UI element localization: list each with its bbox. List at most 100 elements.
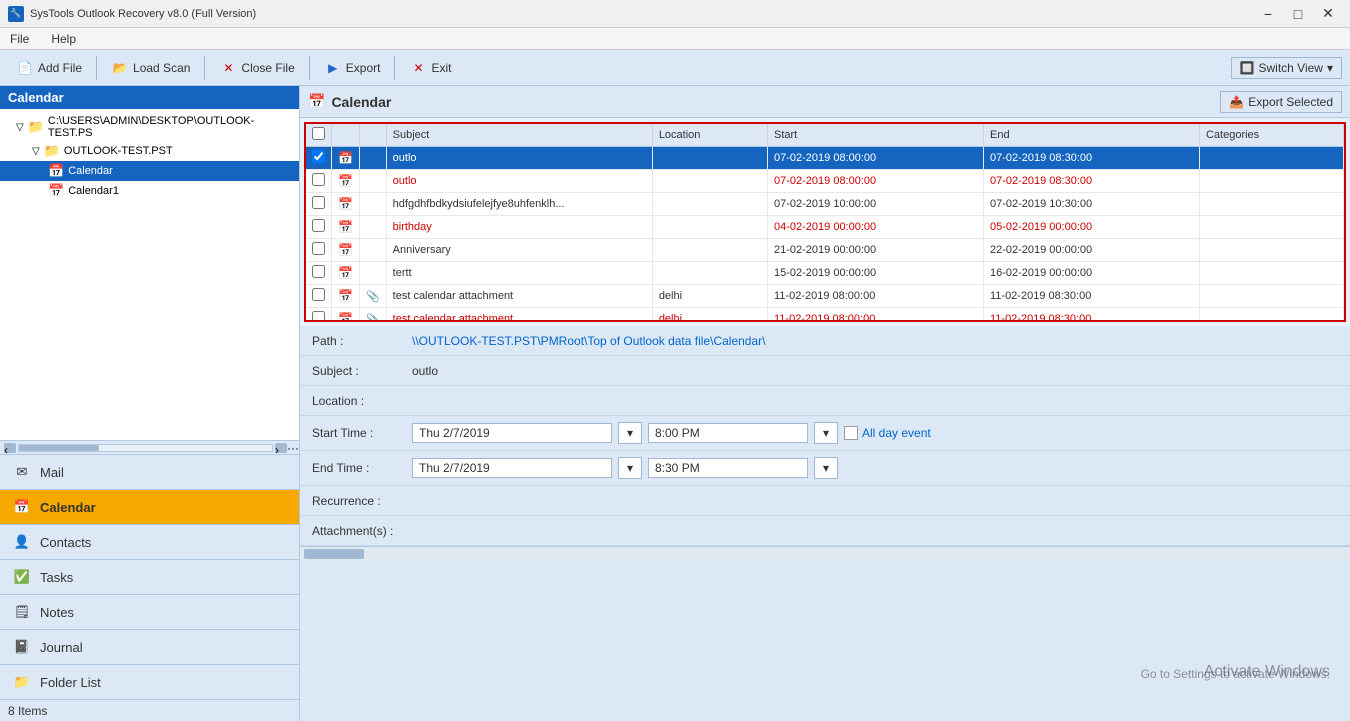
- row-subject[interactable]: hdfgdhfbdkydsiufelejfye8uhfenklh...: [386, 193, 652, 216]
- nav-tasks-label: Tasks: [40, 570, 73, 585]
- scroll-right-btn[interactable]: ›: [275, 443, 287, 453]
- toolbar-separator-4: [394, 56, 395, 80]
- nav-notes-label: Notes: [40, 605, 74, 620]
- menu-file[interactable]: File: [6, 30, 33, 48]
- nav-tasks[interactable]: ✅ Tasks: [0, 559, 299, 594]
- recurrence-label: Recurrence :: [312, 494, 412, 508]
- row-checkbox[interactable]: [312, 173, 325, 186]
- row-subject[interactable]: outlo: [386, 170, 652, 193]
- load-scan-button[interactable]: 📂 Load Scan: [103, 56, 198, 80]
- table-row[interactable]: 📅 outlo 07-02-2019 08:00:00 07-02-2019 0…: [306, 147, 1344, 170]
- row-categories: [1199, 239, 1343, 262]
- switch-view-label: Switch View: [1258, 61, 1322, 75]
- nav-journal[interactable]: 📓 Journal: [0, 629, 299, 664]
- nav-notes[interactable]: 🗒 Notes: [0, 594, 299, 629]
- end-time-input[interactable]: 8:30 PM: [648, 458, 808, 478]
- export-icon: ▶: [324, 59, 342, 77]
- scroll-dots: ···: [287, 441, 295, 455]
- menu-help[interactable]: Help: [47, 30, 80, 48]
- path-value[interactable]: \\OUTLOOK-TEST.PST\PMRoot\Top of Outlook…: [412, 334, 1338, 348]
- table-body: 📅 outlo 07-02-2019 08:00:00 07-02-2019 0…: [306, 147, 1344, 323]
- start-time-dropdown[interactable]: ▾: [814, 422, 838, 444]
- start-date-dropdown[interactable]: ▾: [618, 422, 642, 444]
- switch-view-icon: 🔲: [1240, 61, 1255, 75]
- row-cal-icon: 📅: [338, 243, 353, 257]
- table-row[interactable]: 📅 📎 test calendar attachment delhi 11-02…: [306, 308, 1344, 323]
- table-row[interactable]: 📅 Anniversary 21-02-2019 00:00:00 22-02-…: [306, 239, 1344, 262]
- tree-item-pst[interactable]: ▽ 📁 C:\USERS\ADMIN\DESKTOP\OUTLOOK-TEST.…: [0, 113, 299, 141]
- all-day-check-group: All day event: [844, 426, 931, 440]
- folder-icon: 📁: [28, 119, 44, 135]
- maximize-btn[interactable]: □: [1284, 4, 1312, 24]
- table-row[interactable]: 📅 birthday 04-02-2019 00:00:00 05-02-201…: [306, 216, 1344, 239]
- sidebar-tree[interactable]: ▽ 📁 C:\USERS\ADMIN\DESKTOP\OUTLOOK-TEST.…: [0, 109, 299, 440]
- export-selected-button[interactable]: 📤 Export Selected: [1220, 91, 1342, 113]
- row-checkbox[interactable]: [312, 242, 325, 255]
- table-row[interactable]: 📅 📎 test calendar attachment delhi 11-02…: [306, 285, 1344, 308]
- sidebar: Calendar ▽ 📁 C:\USERS\ADMIN\DESKTOP\OUTL…: [0, 86, 300, 721]
- row-subject[interactable]: birthday: [386, 216, 652, 239]
- row-cal-icon: 📅: [338, 312, 353, 322]
- tree-item-calendar1[interactable]: 📅 Calendar1: [0, 181, 299, 201]
- table-row[interactable]: 📅 outlo 07-02-2019 08:00:00 07-02-2019 0…: [306, 170, 1344, 193]
- exit-label: Exit: [431, 61, 451, 75]
- row-checkbox-cell: [306, 285, 332, 308]
- row-start: 07-02-2019 08:00:00: [768, 170, 984, 193]
- start-time-input[interactable]: 8:00 PM: [648, 423, 808, 443]
- sidebar-header: Calendar: [0, 86, 299, 109]
- minimize-btn[interactable]: −: [1254, 4, 1282, 24]
- row-checkbox[interactable]: [312, 219, 325, 232]
- row-checkbox-cell: [306, 262, 332, 285]
- row-checkbox[interactable]: [312, 288, 325, 301]
- content-header: 📅 Calendar 📤 Export Selected: [300, 86, 1350, 118]
- scroll-track: [18, 444, 273, 452]
- close-btn[interactable]: ✕: [1314, 4, 1342, 24]
- end-date-input[interactable]: Thu 2/7/2019: [412, 458, 612, 478]
- title-bar: 🔧 SysTools Outlook Recovery v8.0 (Full V…: [0, 0, 1350, 28]
- row-subject[interactable]: Anniversary: [386, 239, 652, 262]
- path-label: Path :: [312, 334, 412, 348]
- nav-folder-list[interactable]: 📁 Folder List: [0, 664, 299, 699]
- nav-mail[interactable]: ✉ Mail: [0, 454, 299, 489]
- row-attach-icon-cell: [359, 216, 386, 239]
- row-subject[interactable]: test calendar attachment: [386, 308, 652, 323]
- switch-view-button[interactable]: 🔲 Switch View ▾: [1231, 57, 1342, 79]
- row-start: 07-02-2019 08:00:00: [768, 147, 984, 170]
- tree-item-outlook-pst[interactable]: ▽ 📁 OUTLOOK-TEST.PST: [0, 141, 299, 161]
- exit-icon: ✕: [409, 59, 427, 77]
- start-date-input[interactable]: Thu 2/7/2019: [412, 423, 612, 443]
- export-selected-label: Export Selected: [1248, 95, 1333, 109]
- end-time-dropdown[interactable]: ▾: [814, 457, 838, 479]
- end-date-dropdown[interactable]: ▾: [618, 457, 642, 479]
- row-checkbox[interactable]: [312, 265, 325, 278]
- row-checkbox[interactable]: [312, 196, 325, 209]
- export-button[interactable]: ▶ Export: [316, 56, 389, 80]
- row-subject[interactable]: outlo: [386, 147, 652, 170]
- all-day-checkbox[interactable]: [844, 426, 858, 440]
- nav-mail-label: Mail: [40, 465, 64, 480]
- scroll-left-btn[interactable]: ‹: [4, 443, 16, 453]
- close-file-button[interactable]: ✕ Close File: [211, 56, 302, 80]
- row-cal-icon-cell: 📅: [332, 308, 360, 323]
- row-subject[interactable]: tertt: [386, 262, 652, 285]
- add-file-button[interactable]: 📄 Add File: [8, 56, 90, 80]
- nav-calendar[interactable]: 📅 Calendar: [0, 489, 299, 524]
- col-categories: Categories: [1199, 124, 1343, 147]
- table-row[interactable]: 📅 tertt 15-02-2019 00:00:00 16-02-2019 0…: [306, 262, 1344, 285]
- tree-item-calendar[interactable]: 📅 Calendar: [0, 161, 299, 181]
- row-checkbox[interactable]: [312, 150, 325, 163]
- row-attach-icon-cell: [359, 170, 386, 193]
- nav-contacts[interactable]: 👤 Contacts: [0, 524, 299, 559]
- row-checkbox[interactable]: [312, 311, 325, 322]
- exit-button[interactable]: ✕ Exit: [401, 56, 459, 80]
- export-selected-icon: 📤: [1229, 95, 1244, 109]
- select-all-checkbox[interactable]: [312, 127, 325, 140]
- detail-hscroll[interactable]: [300, 546, 1350, 560]
- sidebar-hscroll[interactable]: ‹ › ···: [0, 440, 299, 454]
- row-end: 07-02-2019 10:30:00: [983, 193, 1199, 216]
- hscroll-thumb[interactable]: [304, 549, 364, 559]
- end-date-value: Thu 2/7/2019: [419, 461, 490, 475]
- close-file-label: Close File: [241, 61, 294, 75]
- row-subject[interactable]: test calendar attachment: [386, 285, 652, 308]
- table-row[interactable]: 📅 hdfgdhfbdkydsiufelejfye8uhfenklh... 07…: [306, 193, 1344, 216]
